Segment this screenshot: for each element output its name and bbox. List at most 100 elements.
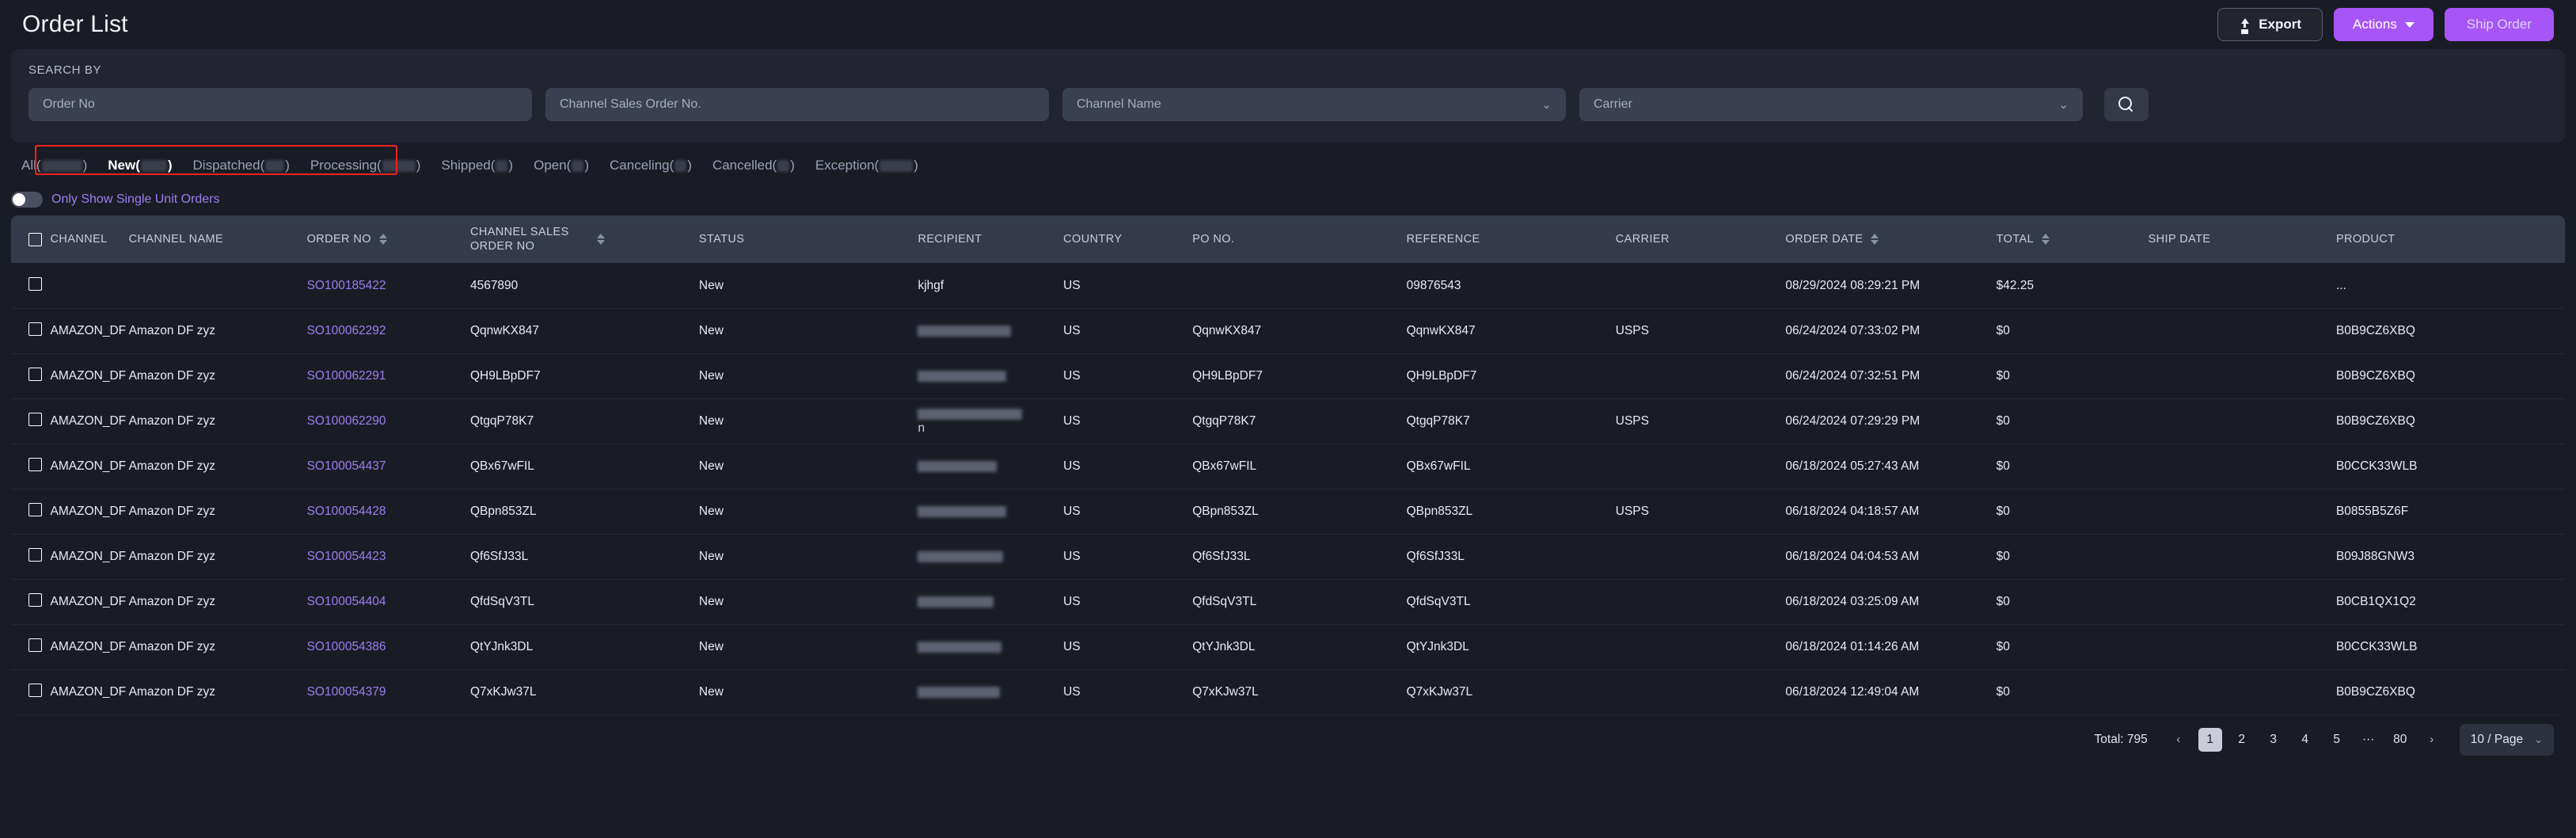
cell-order_date: 06/18/2024 05:27:43 AM <box>1785 444 1997 489</box>
cell-text: QfdSqV3TL <box>1406 594 1471 608</box>
column-header-label: SHIP DATE <box>2148 233 2211 246</box>
cell-text: $0 <box>1996 368 2010 383</box>
page-size-label: 10 / Page <box>2470 732 2524 746</box>
order-no-link[interactable]: SO100054423 <box>307 550 386 563</box>
column-header-cso_no[interactable]: CHANNEL SALES ORDER NO <box>469 215 699 264</box>
cell-reference: 09876543 <box>1406 263 1616 309</box>
page-button-2[interactable]: 2 <box>2230 728 2254 752</box>
cell-text: QH9LBpDF7 <box>1192 368 1263 383</box>
row-checkbox[interactable] <box>28 502 42 516</box>
row-checkbox[interactable] <box>28 276 42 291</box>
order-no-link[interactable]: SO100185422 <box>307 279 386 292</box>
carrier-select[interactable]: Carrier ⌄ <box>1579 88 2083 121</box>
cell-recipient <box>918 489 1064 535</box>
row-checkbox[interactable] <box>28 592 42 607</box>
column-header-po_no: PO NO. <box>1192 215 1407 264</box>
status-tab-1[interactable]: New() <box>97 158 182 173</box>
cell-cname: Amazon DF zyz <box>128 489 307 535</box>
cell-recipient <box>918 308 1064 354</box>
page-button-80[interactable]: 80 <box>2388 728 2412 752</box>
status-tab-4[interactable]: Shipped() <box>431 158 523 173</box>
status-tab-5[interactable]: Open() <box>523 158 599 173</box>
table-row[interactable]: AMAZON_DF Amazon DF zyz SO100054404 QfdSqV3… <box>11 579 2565 625</box>
status-tab-7[interactable]: Cancelled() <box>702 158 805 173</box>
cell-order-no: SO100054386 <box>306 624 470 670</box>
order-no-placeholder: Order No <box>43 97 95 111</box>
column-header-label: PRODUCT <box>2335 233 2396 246</box>
page-size-select[interactable]: 10 / Page ⌄ <box>2459 723 2554 756</box>
cell-channel: AMAZON_DF <box>50 308 129 354</box>
export-button-label: Export <box>2259 17 2302 32</box>
table-row[interactable]: AMAZON_DF Amazon DF zyz SO100054437 QBx67wF… <box>11 444 2565 489</box>
status-tab-8[interactable]: Exception() <box>805 158 929 173</box>
sort-toggle-total[interactable] <box>2042 234 2050 246</box>
cell-cname: Amazon DF zyz <box>128 579 307 625</box>
order-no-link[interactable]: SO100062290 <box>307 414 386 428</box>
prev-page-button[interactable]: ‹ <box>2167 728 2190 752</box>
cell-cname: Amazon DF zyz <box>128 444 307 489</box>
search-button[interactable] <box>2104 88 2149 121</box>
sort-toggle-cso_no[interactable] <box>596 234 605 246</box>
status-tab-2[interactable]: Dispatched() <box>183 158 300 173</box>
row-checkbox[interactable] <box>28 547 42 562</box>
order-no-link[interactable]: SO100062291 <box>307 369 386 383</box>
order-no-link[interactable]: SO100054428 <box>307 505 386 518</box>
cell-text: B0855B5Z6F <box>2335 504 2409 518</box>
order-no-link[interactable]: SO100054404 <box>307 595 386 608</box>
status-tab-count <box>496 159 508 172</box>
recipient-redacted <box>918 641 1002 653</box>
row-checkbox[interactable] <box>28 367 42 381</box>
channel-sales-order-no-input[interactable]: Channel Sales Order No. <box>545 88 1049 121</box>
actions-button[interactable]: Actions <box>2334 8 2434 41</box>
export-button[interactable]: Export <box>2217 8 2323 41</box>
cell-order-no: SO100062290 <box>306 398 470 444</box>
row-checkbox[interactable] <box>28 322 42 336</box>
table-row[interactable]: AMAZON_DF Amazon DF zyz SO100062292 QqnwKX8… <box>11 308 2565 354</box>
table-row[interactable]: AMAZON_DF Amazon DF zyz SO100054428 QBpn853… <box>11 489 2565 535</box>
page-button-···[interactable]: ··· <box>2357 728 2380 752</box>
order-no-input[interactable]: Order No <box>28 88 532 121</box>
order-no-link[interactable]: SO100054437 <box>307 459 386 473</box>
single-unit-toggle[interactable] <box>11 192 43 208</box>
order-no-link[interactable]: SO100054386 <box>307 640 386 653</box>
page-button-3[interactable]: 3 <box>2262 728 2285 752</box>
table-row[interactable]: AMAZON_DF Amazon DF zyz SO100054386 QtYJnk3… <box>11 624 2565 670</box>
table-row[interactable]: AMAZON_DF Amazon DF zyz SO100062290 QtgqP78… <box>11 398 2565 444</box>
order-no-link[interactable]: SO100054379 <box>307 685 386 699</box>
column-header-total[interactable]: TOTAL <box>1996 215 2149 264</box>
status-tab-6[interactable]: Canceling() <box>599 158 702 173</box>
table-row[interactable]: AMAZON_DF Amazon DF zyz SO100054423 Qf6SfJ3… <box>11 534 2565 580</box>
column-header-order_no[interactable]: ORDER NO <box>306 215 470 264</box>
page-button-1[interactable]: 1 <box>2198 727 2222 752</box>
status-tab-3[interactable]: Processing() <box>300 158 431 173</box>
row-checkbox[interactable] <box>28 412 42 426</box>
cell-product: B0CCK33WLB <box>2335 444 2565 489</box>
table-row[interactable]: AMAZON_DF Amazon DF zyz SO100054379 Q7xKJw3… <box>11 669 2565 715</box>
cell-text: New <box>698 504 724 518</box>
row-checkbox[interactable] <box>28 638 42 652</box>
ship-order-button[interactable]: Ship Order <box>2444 8 2554 41</box>
table-row[interactable]: SO100185422 4567890 New kjhgf US 09876543 08/2… <box>11 263 2565 309</box>
page-header: Order List Export Actions Ship Order <box>0 0 2576 49</box>
cell-po_no: Q7xKJw37L <box>1192 669 1407 715</box>
cell-text: USPS <box>1615 413 1649 428</box>
row-checkbox[interactable] <box>28 683 42 697</box>
column-header-label: PO NO. <box>1192 233 1235 246</box>
page-button-4[interactable]: 4 <box>2293 728 2317 752</box>
cell-text: $0 <box>1996 639 2010 653</box>
page-button-5[interactable]: 5 <box>2325 728 2349 752</box>
row-checkbox[interactable] <box>28 457 42 471</box>
cell-po_no: Qf6SfJ33L <box>1192 534 1407 580</box>
cell-channel: AMAZON_DF <box>50 534 129 580</box>
status-tab-0[interactable]: All() <box>11 158 97 173</box>
next-page-button[interactable]: › <box>2420 728 2444 752</box>
table-row[interactable]: AMAZON_DF Amazon DF zyz SO100062291 QH9LBpD… <box>11 353 2565 399</box>
header-actions: Export Actions Ship Order <box>2217 8 2554 41</box>
cell-status: New <box>698 353 918 399</box>
sort-toggle-order_no[interactable] <box>378 234 387 246</box>
select-all-checkbox[interactable] <box>28 232 42 246</box>
order-no-link[interactable]: SO100062292 <box>307 324 386 337</box>
sort-toggle-order_date[interactable] <box>1871 234 1879 246</box>
column-header-order_date[interactable]: ORDER DATE <box>1785 215 1997 264</box>
channel-name-select[interactable]: Channel Name ⌄ <box>1062 88 1566 121</box>
